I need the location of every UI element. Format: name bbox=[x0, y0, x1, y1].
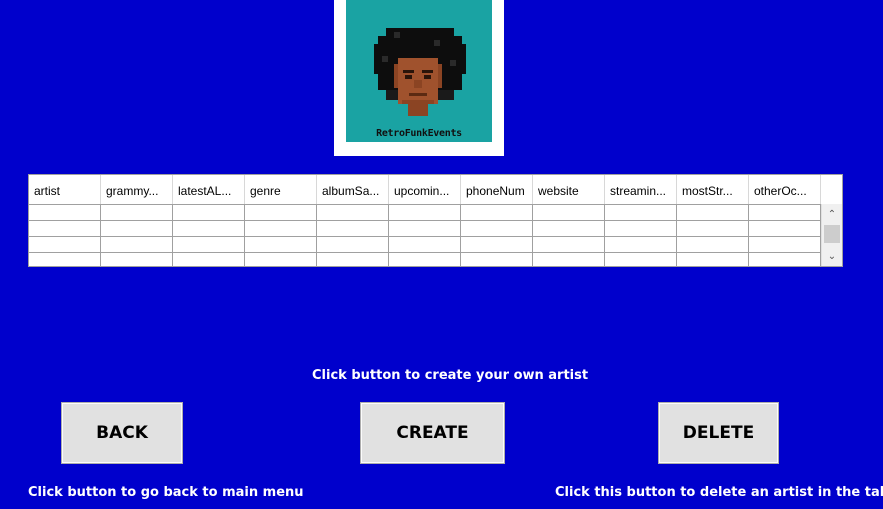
column-header[interactable]: latestAL... bbox=[173, 175, 245, 204]
column-header[interactable]: albumSa... bbox=[317, 175, 389, 204]
table-cell[interactable] bbox=[749, 205, 821, 220]
vertical-scrollbar[interactable]: ⌃ ⌄ bbox=[821, 204, 842, 266]
table-cell[interactable] bbox=[461, 253, 533, 266]
column-header[interactable]: streamin... bbox=[605, 175, 677, 204]
table-row[interactable] bbox=[29, 220, 821, 236]
delete-hint-label: Click this button to delete an artist in… bbox=[555, 485, 883, 500]
column-header[interactable]: upcomin... bbox=[389, 175, 461, 204]
column-header[interactable]: phoneNum bbox=[461, 175, 533, 204]
table-cell[interactable] bbox=[749, 253, 821, 266]
logo-frame: RetroFunkEvents bbox=[334, 0, 504, 156]
scroll-up-arrow-icon[interactable]: ⌃ bbox=[822, 206, 842, 223]
table-cell[interactable] bbox=[677, 221, 749, 236]
table-header: artist grammy... latestAL... genre album… bbox=[29, 175, 821, 204]
column-header[interactable]: artist bbox=[29, 175, 101, 204]
table-cell[interactable] bbox=[245, 237, 317, 252]
table-cell[interactable] bbox=[317, 237, 389, 252]
table-cell[interactable] bbox=[173, 253, 245, 266]
table-cell[interactable] bbox=[317, 253, 389, 266]
table-cell[interactable] bbox=[29, 253, 101, 266]
scrollbar-thumb[interactable] bbox=[824, 225, 840, 243]
table-cell[interactable] bbox=[101, 253, 173, 266]
table-cell[interactable] bbox=[749, 221, 821, 236]
table-cell[interactable] bbox=[29, 205, 101, 220]
table-cell[interactable] bbox=[173, 205, 245, 220]
table-cell[interactable] bbox=[605, 221, 677, 236]
scroll-down-arrow-icon[interactable]: ⌄ bbox=[822, 248, 842, 265]
table-cell[interactable] bbox=[533, 237, 605, 252]
column-header[interactable]: website bbox=[533, 175, 605, 204]
table-row[interactable] bbox=[29, 236, 821, 252]
table-cell[interactable] bbox=[101, 221, 173, 236]
table-cell[interactable] bbox=[245, 253, 317, 266]
table-cell[interactable] bbox=[317, 221, 389, 236]
logo-image: RetroFunkEvents bbox=[346, 0, 492, 142]
table-cell[interactable] bbox=[29, 237, 101, 252]
table-cell[interactable] bbox=[677, 205, 749, 220]
table-cell[interactable] bbox=[533, 205, 605, 220]
column-header[interactable]: mostStr... bbox=[677, 175, 749, 204]
logo-text: RetroFunkEvents bbox=[376, 128, 462, 139]
create-hint-label: Click button to create your own artist bbox=[312, 368, 589, 383]
table-cell[interactable] bbox=[245, 205, 317, 220]
delete-button[interactable]: DELETE bbox=[658, 402, 779, 464]
afro-avatar-icon bbox=[374, 28, 466, 116]
table-row[interactable] bbox=[29, 252, 821, 266]
table-cell[interactable] bbox=[389, 253, 461, 266]
table-row[interactable] bbox=[29, 204, 821, 220]
table-cell[interactable] bbox=[605, 205, 677, 220]
table-cell[interactable] bbox=[461, 221, 533, 236]
artist-table[interactable]: artist grammy... latestAL... genre album… bbox=[28, 174, 843, 267]
column-header[interactable]: otherOc... bbox=[749, 175, 821, 204]
table-cell[interactable] bbox=[533, 253, 605, 266]
table-cell[interactable] bbox=[389, 237, 461, 252]
back-button[interactable]: BACK bbox=[61, 402, 183, 464]
table-cell[interactable] bbox=[317, 205, 389, 220]
create-button[interactable]: CREATE bbox=[360, 402, 505, 464]
table-cell[interactable] bbox=[101, 205, 173, 220]
table-cell[interactable] bbox=[29, 221, 101, 236]
table-cell[interactable] bbox=[461, 237, 533, 252]
table-cell[interactable] bbox=[605, 253, 677, 266]
column-header[interactable]: grammy... bbox=[101, 175, 173, 204]
table-cell[interactable] bbox=[389, 205, 461, 220]
table-cell[interactable] bbox=[173, 237, 245, 252]
table-cell[interactable] bbox=[389, 221, 461, 236]
table-cell[interactable] bbox=[173, 221, 245, 236]
back-hint-label: Click button to go back to main menu bbox=[28, 485, 304, 500]
table-cell[interactable] bbox=[677, 253, 749, 266]
table-cell[interactable] bbox=[533, 221, 605, 236]
table-cell[interactable] bbox=[101, 237, 173, 252]
column-header[interactable]: genre bbox=[245, 175, 317, 204]
table-cell[interactable] bbox=[605, 237, 677, 252]
table-cell[interactable] bbox=[461, 205, 533, 220]
table-cell[interactable] bbox=[245, 221, 317, 236]
table-cell[interactable] bbox=[677, 237, 749, 252]
table-cell[interactable] bbox=[749, 237, 821, 252]
